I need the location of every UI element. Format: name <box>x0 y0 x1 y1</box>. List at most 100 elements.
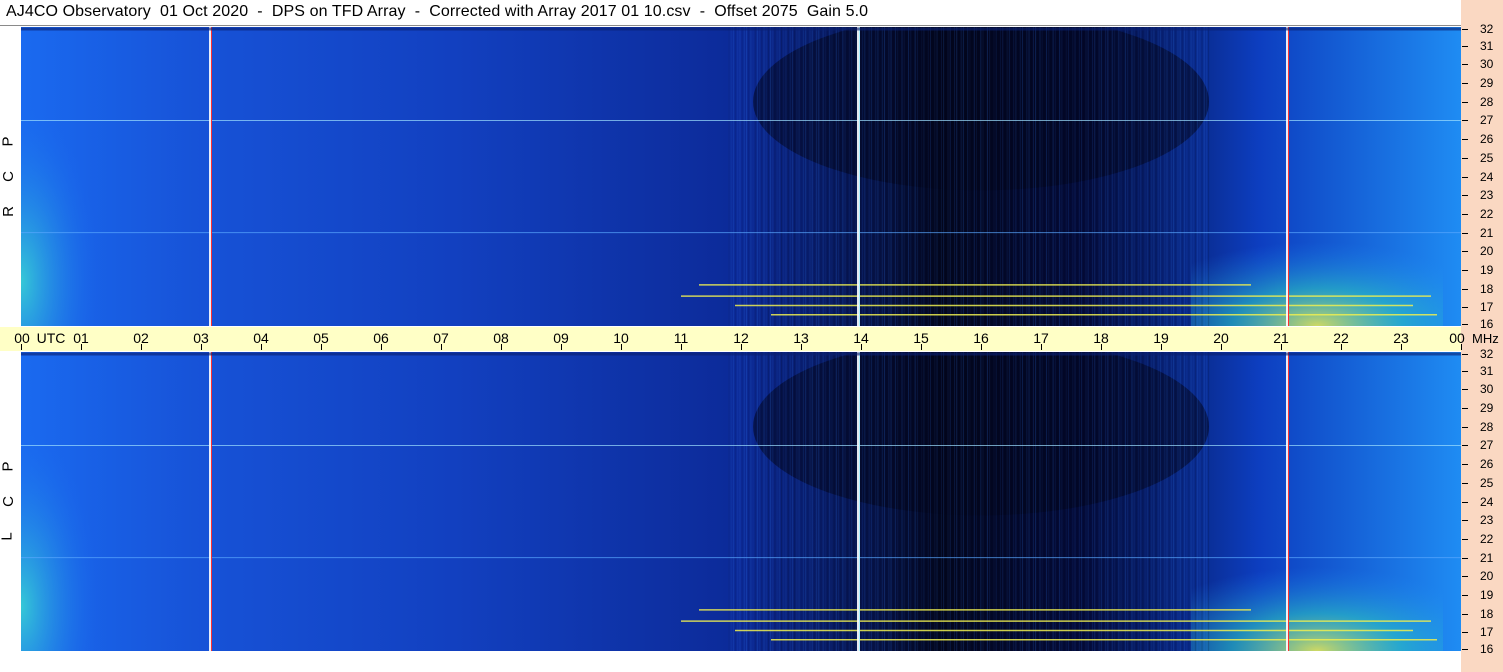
time-tick <box>1161 344 1162 350</box>
frequency-tick <box>1462 594 1468 596</box>
frequency-tick-label: 24 <box>1480 494 1494 509</box>
frequency-tick-label: 18 <box>1480 281 1494 296</box>
rcp-hot-region <box>1191 213 1443 326</box>
lcp-plot <box>21 352 1461 651</box>
frequency-tick <box>1462 482 1468 484</box>
frequency-tick-label: 26 <box>1480 457 1494 472</box>
lcp-letter-c: C <box>0 496 17 507</box>
frequency-tick-label: 27 <box>1480 113 1494 128</box>
time-tick <box>81 344 82 350</box>
time-tick <box>321 344 322 350</box>
time-tick <box>861 344 862 350</box>
time-tick <box>921 344 922 350</box>
frequency-tick <box>1462 157 1468 159</box>
time-unit-label: UTC <box>36 330 66 346</box>
frequency-tick-label: 32 <box>1480 347 1494 361</box>
frequency-tick <box>1462 232 1468 234</box>
time-tick <box>1401 344 1402 350</box>
frequency-tick <box>1462 538 1468 540</box>
frequency-tick-label: 17 <box>1480 300 1494 315</box>
frequency-tick <box>1462 464 1468 466</box>
frequency-tick-label: 27 <box>1480 438 1494 453</box>
frequency-tick-label: 29 <box>1480 401 1494 416</box>
frequency-tick <box>1462 389 1468 391</box>
time-tick <box>381 344 382 350</box>
frequency-tick <box>1462 324 1468 325</box>
time-tick <box>741 344 742 350</box>
frequency-tick-label: 23 <box>1480 513 1494 528</box>
frequency-tick-label: 28 <box>1480 94 1494 109</box>
frequency-tick-label: 31 <box>1480 38 1494 53</box>
frequency-tick-label: 32 <box>1480 22 1494 36</box>
frequency-tick-label: 21 <box>1480 550 1494 565</box>
title-divider <box>0 25 1461 26</box>
frequency-tick <box>1462 307 1468 309</box>
frequency-tick-label: 20 <box>1480 569 1494 584</box>
frequency-tick <box>1462 101 1468 103</box>
frequency-tick <box>1462 501 1468 503</box>
frequency-tick-label: 21 <box>1480 225 1494 240</box>
time-tick-label: 00 <box>1449 330 1465 346</box>
frequency-tick-label: 22 <box>1480 531 1494 546</box>
frequency-tick-label: 19 <box>1480 262 1494 277</box>
frequency-tick-label: 29 <box>1480 76 1494 91</box>
frequency-tick <box>1462 45 1468 47</box>
frequency-tick-label: 19 <box>1480 587 1494 602</box>
frequency-tick <box>1462 649 1468 650</box>
frequency-tick-label: 16 <box>1480 642 1494 656</box>
rcp-letter-p: P <box>0 136 17 147</box>
time-tick <box>1101 344 1102 350</box>
time-tick <box>1221 344 1222 350</box>
frequency-tick <box>1462 83 1468 85</box>
rcp-plot <box>21 27 1461 326</box>
time-tick <box>21 344 22 350</box>
time-tick <box>1461 344 1462 350</box>
frequency-tick-label: 24 <box>1480 169 1494 184</box>
frequency-tick <box>1462 370 1468 372</box>
frequency-tick-label: 30 <box>1480 57 1494 72</box>
spectrogram-lcp <box>21 352 1461 651</box>
lcp-hot-region <box>1191 538 1443 651</box>
frequency-tick-label: 23 <box>1480 188 1494 203</box>
time-tick <box>141 344 142 350</box>
time-tick <box>621 344 622 350</box>
frequency-tick-label: 31 <box>1480 363 1494 378</box>
frequency-tick <box>1462 557 1468 559</box>
frequency-tick <box>1462 408 1468 410</box>
rcp-letter-c: C <box>0 171 17 182</box>
time-axis-band <box>0 327 1461 351</box>
time-tick <box>501 344 502 350</box>
time-tick <box>801 344 802 350</box>
rcp-letter-r: R <box>0 206 17 217</box>
frequency-tick-label: 18 <box>1480 606 1494 621</box>
frequency-tick-label: 22 <box>1480 206 1494 221</box>
frequency-tick-label: 28 <box>1480 419 1494 434</box>
rcp-left-glow <box>21 27 153 326</box>
frequency-tick-label: 30 <box>1480 382 1494 397</box>
frequency-tick <box>1462 120 1468 122</box>
chart-title: AJ4CO Observatory 01 Oct 2020 - DPS on T… <box>6 3 869 20</box>
frequency-tick <box>1462 195 1468 197</box>
time-tick-label: 00 <box>14 330 30 346</box>
frequency-unit-label: MHz <box>1472 331 1499 346</box>
frequency-tick <box>1462 613 1468 615</box>
frequency-tick-label: 25 <box>1480 150 1494 165</box>
frequency-tick-label: 17 <box>1480 625 1494 640</box>
frequency-tick <box>1462 139 1468 141</box>
time-tick <box>201 344 202 350</box>
time-tick <box>981 344 982 350</box>
time-tick <box>681 344 682 350</box>
frequency-tick <box>1462 288 1468 290</box>
frequency-tick <box>1462 251 1468 253</box>
time-tick <box>561 344 562 350</box>
lcp-left-glow <box>21 352 153 651</box>
lcp-letter-l: L <box>0 532 16 541</box>
spectrogram-rcp <box>21 27 1461 326</box>
frequency-tick <box>1462 269 1468 271</box>
frequency-tick <box>1462 520 1468 522</box>
frequency-tick <box>1462 354 1468 355</box>
frequency-tick-label: 20 <box>1480 244 1494 259</box>
frequency-tick <box>1462 426 1468 428</box>
frequency-tick-label: 16 <box>1480 317 1494 331</box>
time-tick <box>1041 344 1042 350</box>
